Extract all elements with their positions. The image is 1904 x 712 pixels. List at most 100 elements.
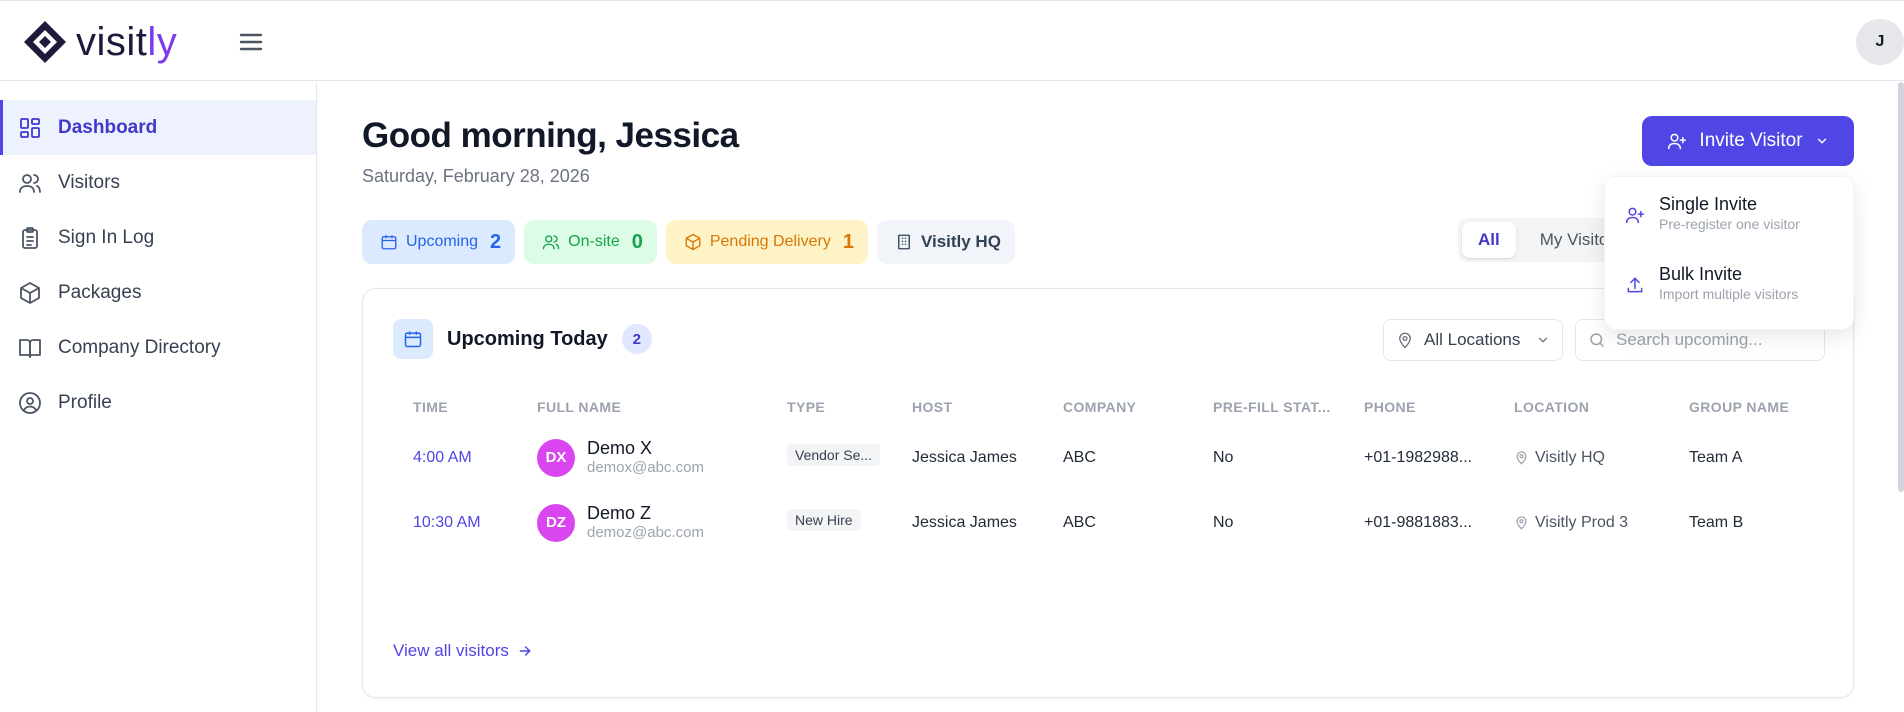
upcoming-chip[interactable]: Upcoming 2	[362, 220, 516, 264]
logo-mark-icon	[24, 21, 66, 63]
menu-toggle-icon[interactable]	[237, 29, 265, 55]
column-header[interactable]: PRE-FILL STAT...	[1193, 389, 1344, 425]
visitor-email: demox@abc.com	[587, 459, 704, 476]
search-input[interactable]	[1616, 330, 1806, 350]
option-title: Single Invite	[1659, 194, 1758, 214]
prefill-cell: No	[1213, 513, 1234, 531]
sidebar-item-label: Packages	[58, 281, 142, 303]
column-header[interactable]: COMPANY	[1043, 389, 1193, 425]
table-row[interactable]: 10:30 AM DZ Demo Z demoz@abc.com New Hir…	[393, 490, 1789, 555]
users-icon	[19, 173, 41, 193]
location-chip[interactable]: Visitly HQ	[876, 220, 1015, 264]
company-cell: ABC	[1063, 513, 1096, 531]
package-icon	[20, 281, 40, 304]
host-cell: Jessica James	[912, 448, 1017, 466]
current-date: Saturday, February 28, 2026	[362, 166, 590, 186]
company-cell: ABC	[1063, 448, 1096, 466]
user-avatar[interactable]: J	[1856, 19, 1904, 65]
upcoming-today-card: Upcoming Today 2 All Locations TIME FULL…	[362, 288, 1854, 698]
search-icon	[1590, 333, 1604, 347]
view-all-visitors-link[interactable]: View all visitors	[393, 641, 533, 661]
upload-icon	[1627, 277, 1643, 293]
users-icon	[542, 235, 560, 250]
card-header: Upcoming Today 2	[393, 319, 652, 359]
prefill-cell: No	[1213, 448, 1234, 466]
group-cell: Team B	[1689, 513, 1744, 531]
sidebar-item-label: Visitors	[58, 171, 120, 193]
map-pin-icon	[1516, 516, 1527, 530]
page-title: Good morning, Jessica	[362, 116, 739, 155]
invite-dropdown-menu: Single Invite Pre-register one visitor B…	[1604, 176, 1854, 330]
type-tag: Vendor Se...	[787, 444, 881, 466]
map-pin-icon	[1516, 451, 1527, 465]
clipboard-icon	[22, 226, 38, 249]
pending-delivery-chip[interactable]: Pending Delivery 1	[665, 220, 868, 264]
building-icon	[898, 234, 910, 250]
map-pin-icon	[1399, 332, 1411, 349]
sidebar-item-packages[interactable]: Packages	[0, 265, 316, 320]
upcoming-count: 2	[490, 230, 502, 253]
option-subtitle: Import multiple visitors	[1659, 286, 1799, 302]
column-header[interactable]: GROUP NAME	[1669, 389, 1789, 425]
bulk-invite-option[interactable]: Bulk Invite Import multiple visitors	[1605, 263, 1853, 333]
column-header[interactable]: TYPE	[767, 389, 892, 425]
sidebar-item-label: Company Directory	[58, 336, 221, 358]
sidebar-item-label: Profile	[58, 391, 112, 413]
page-scrollbar[interactable]	[1898, 82, 1904, 492]
book-icon	[19, 338, 41, 358]
phone-cell: +01-9881883...	[1364, 513, 1473, 531]
visitor-email: demoz@abc.com	[587, 524, 704, 541]
visitor-name: Demo X	[587, 438, 653, 458]
visitor-avatar: DZ	[537, 503, 575, 542]
single-invite-option[interactable]: Single Invite Pre-register one visitor	[1605, 193, 1853, 263]
dashboard-icon	[20, 117, 40, 138]
sidebar-item-profile[interactable]: Profile	[0, 375, 316, 430]
visitor-name: Demo Z	[587, 503, 652, 523]
count-badge: 2	[621, 324, 652, 354]
column-header[interactable]: FULL NAME	[517, 389, 767, 425]
type-cell: Vendor Se...	[767, 425, 892, 490]
calendar-icon	[393, 319, 433, 359]
column-header[interactable]: TIME	[393, 389, 517, 425]
calendar-icon	[381, 235, 397, 250]
onsite-chip[interactable]: On-site 0	[524, 220, 657, 264]
column-header[interactable]: LOCATION	[1494, 389, 1669, 425]
table-header-row: TIME FULL NAME TYPE HOST COMPANY PRE-FIL…	[393, 389, 1789, 425]
sidebar-item-visitors[interactable]: Visitors	[0, 155, 316, 210]
sidebar-item-company-directory[interactable]: Company Directory	[0, 320, 316, 375]
chevron-down-icon	[1538, 337, 1548, 343]
sidebar-item-dashboard[interactable]: Dashboard	[0, 100, 316, 155]
arrow-right-icon	[519, 646, 531, 656]
column-header[interactable]: PHONE	[1344, 389, 1494, 425]
type-cell: New Hire	[767, 490, 892, 555]
group-cell: Team A	[1689, 448, 1743, 466]
toggle-all[interactable]: All	[1462, 222, 1516, 258]
chevron-down-icon	[1817, 138, 1826, 144]
user-plus-icon	[1625, 207, 1645, 224]
location-filter-dropdown[interactable]: All Locations	[1383, 319, 1563, 361]
sidebar: Dashboard Visitors Sign In Log Packages …	[0, 82, 317, 712]
sidebar-item-label: Sign In Log	[58, 226, 155, 248]
package-icon	[685, 233, 701, 251]
sidebar-item-sign-in-log[interactable]: Sign In Log	[0, 210, 316, 265]
phone-cell: +01-1982988...	[1364, 448, 1473, 466]
column-header[interactable]: HOST	[892, 389, 1043, 425]
upcoming-table: TIME FULL NAME TYPE HOST COMPANY PRE-FIL…	[393, 389, 1789, 555]
table-row[interactable]: 4:00 AM DX Demo X demox@abc.com Vendor S…	[393, 425, 1789, 490]
logo-wordmark: visitly	[76, 20, 178, 64]
option-subtitle: Pre-register one visitor	[1659, 216, 1800, 232]
option-title: Bulk Invite	[1659, 264, 1743, 284]
type-tag: New Hire	[787, 509, 861, 531]
time-cell: 4:00 AM	[413, 448, 472, 466]
user-plus-icon	[1668, 133, 1687, 150]
status-chips: Upcoming 2 On-site 0 Pending Delivery 1 …	[362, 220, 1015, 264]
onsite-count: 0	[631, 230, 643, 253]
host-cell: Jessica James	[912, 513, 1017, 531]
sidebar-item-label: Dashboard	[58, 116, 158, 138]
top-bar: visitly J	[0, 0, 1904, 81]
time-cell: 10:30 AM	[413, 513, 481, 531]
visitly-logo[interactable]: visitly	[22, 19, 177, 65]
user-circle-icon	[19, 391, 41, 414]
card-title: Upcoming Today	[447, 327, 608, 350]
invite-visitor-button[interactable]: Invite Visitor	[1642, 116, 1854, 166]
